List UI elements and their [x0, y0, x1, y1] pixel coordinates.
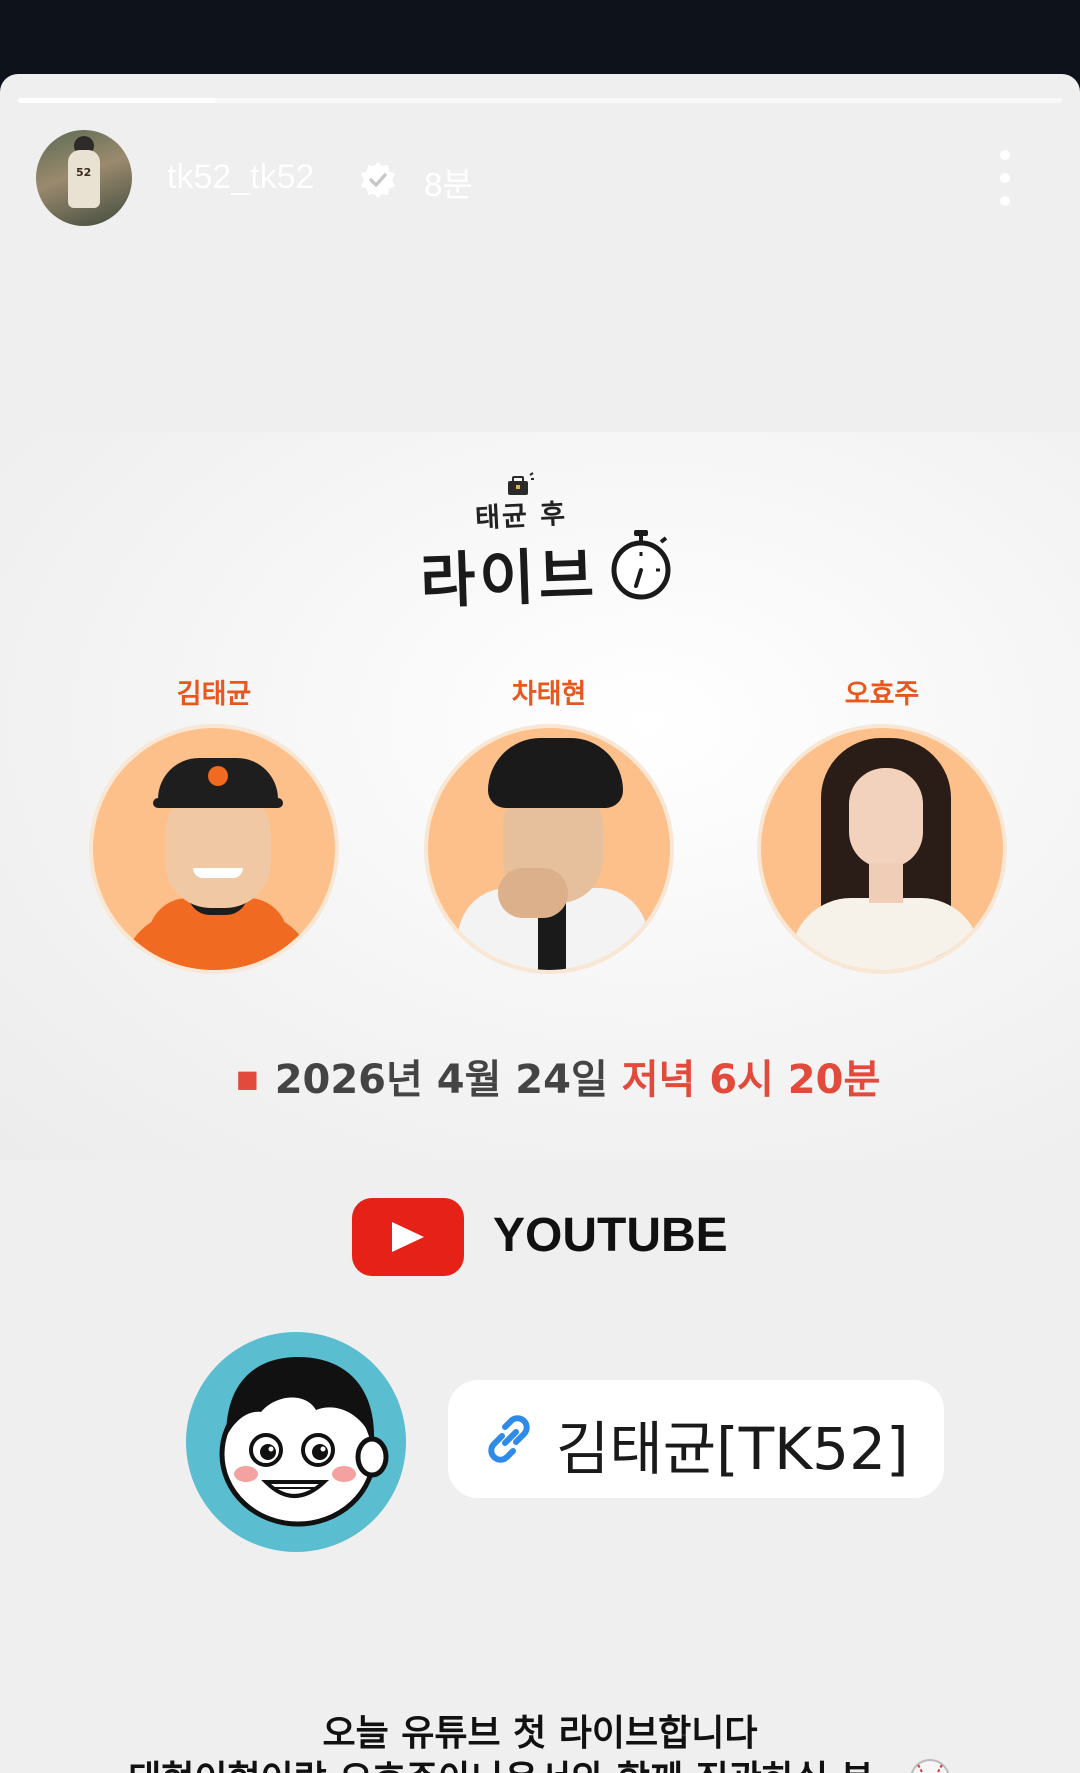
host-name: 오효주 [844, 679, 920, 710]
host-name: 차태현 [511, 679, 587, 710]
link-icon [488, 1415, 530, 1463]
youtube-label: YOUTUBE [493, 1209, 728, 1262]
host-photo [424, 724, 674, 974]
stopwatch-icon [611, 530, 671, 600]
host-card: 오효주 [757, 672, 1007, 974]
story-viewer[interactable]: 52 tk52_tk52 8분 태균 후 라이브 김태균 차태현 오효주 ■ 2… [0, 74, 1080, 1773]
story-progress-bar [18, 98, 1062, 103]
baseball-icon [910, 1759, 949, 1773]
host-name: 김태균 [176, 679, 252, 710]
story-header: 52 tk52_tk52 8분 [0, 130, 1080, 230]
username[interactable]: tk52_tk52 [167, 158, 314, 197]
story-caption: 오늘 유튜브 첫 라이브합니다 태현이형이랑 오효주아나운서와 함께 집관하실 … [0, 1711, 1080, 1773]
host-photo [757, 724, 1007, 974]
youtube-play-icon [352, 1198, 464, 1276]
host-card: 차태현 [424, 672, 674, 974]
caption-line-1: 오늘 유튜브 첫 라이브합니다 [322, 1713, 758, 1754]
date-bullet: ■ [236, 1065, 259, 1093]
more-options-icon[interactable] [990, 150, 1020, 206]
profile-avatar[interactable]: 52 [36, 130, 132, 226]
event-time-text: 저녁 6시 20분 [621, 1057, 881, 1103]
event-poster: 태균 후 라이브 김태균 차태현 오효주 ■ 2026년 4월 24일 저녁 6… [0, 432, 1080, 1160]
host-card: 김태균 [89, 672, 339, 974]
channel-avatar[interactable] [186, 1332, 406, 1552]
channel-link-text: 김태균[TK52] [556, 1415, 909, 1483]
event-date-text: 2026년 4월 24일 [274, 1057, 608, 1103]
verified-badge-icon [361, 162, 395, 198]
channel-link-sticker[interactable]: 김태균[TK52] [448, 1380, 944, 1498]
caption-line-2: 태현이형이랑 오효주아나운서와 함께 집관하실 분~ [128, 1759, 904, 1773]
host-photo [89, 724, 339, 974]
show-title: 라이브 [419, 540, 599, 618]
event-date: ■ 2026년 4월 24일 저녁 6시 20분 [236, 1047, 880, 1105]
story-progress-fill [18, 98, 217, 103]
post-time: 8분 [424, 166, 473, 203]
